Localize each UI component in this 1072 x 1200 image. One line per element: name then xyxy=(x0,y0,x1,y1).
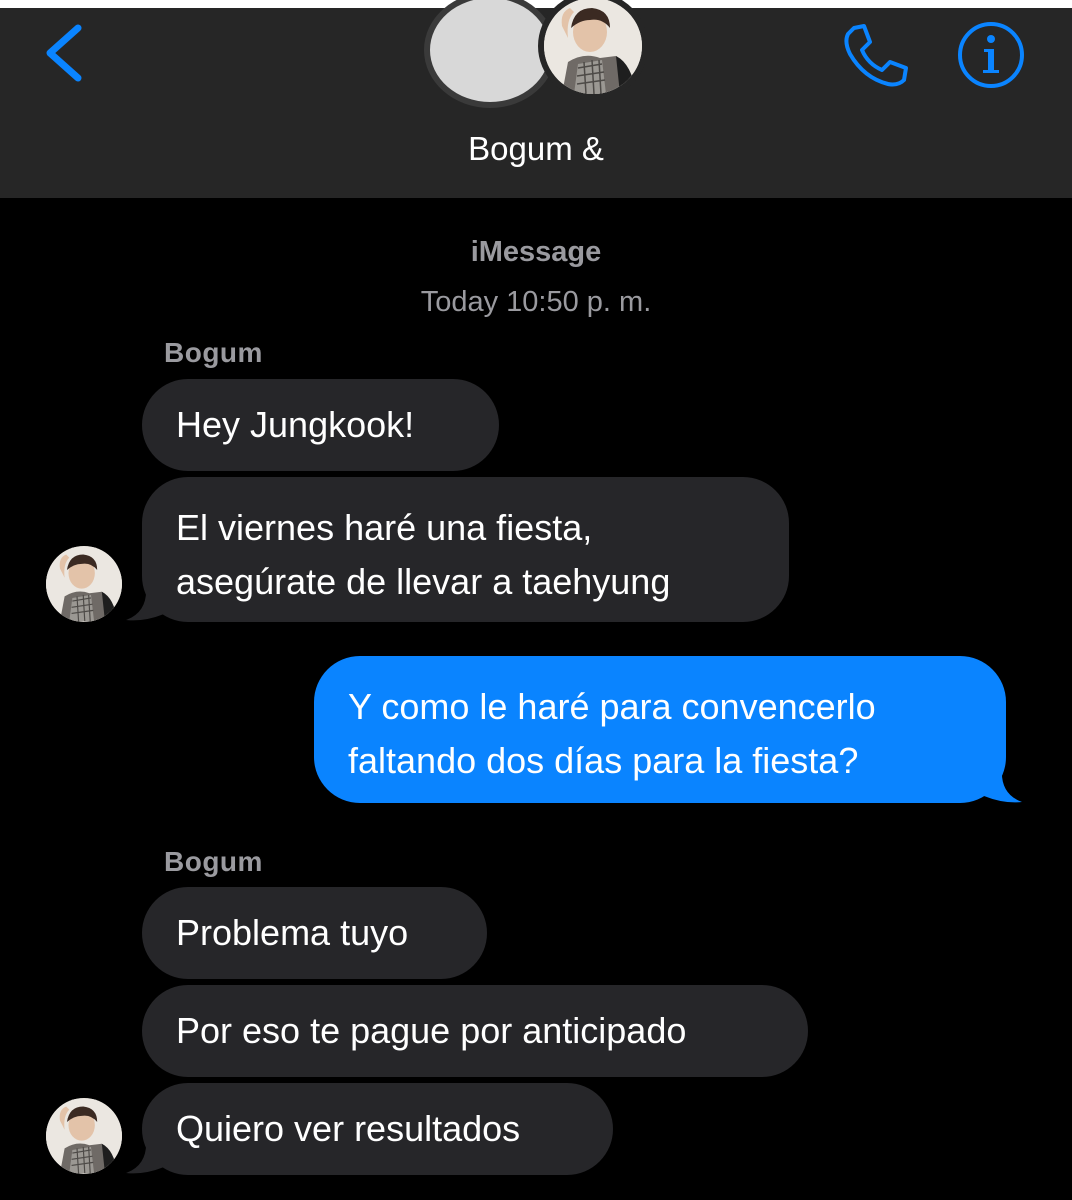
message-text: Por eso te pague por anticipado xyxy=(176,1010,687,1051)
message-text-line: asegúrate de llevar a taehyung xyxy=(176,561,671,602)
contact-avatar-placeholder xyxy=(424,0,556,108)
message-bubble-incoming[interactable]: El viernes haré una fiesta, asegúrate de… xyxy=(142,477,789,622)
bubble-tail xyxy=(126,586,164,621)
message-bubble-incoming[interactable]: Por eso te pague por anticipado xyxy=(142,985,808,1077)
message-bubble-incoming[interactable]: Problema tuyo xyxy=(142,887,487,979)
message-text: Hey Jungkook! xyxy=(176,404,415,445)
bubble-tail xyxy=(126,1139,164,1174)
message-bubble-incoming[interactable]: Hey Jungkook! xyxy=(142,379,499,471)
bubble-tail xyxy=(984,768,1022,803)
contact-avatar-photo xyxy=(538,0,648,100)
back-button[interactable] xyxy=(40,22,90,84)
message-bubble-outgoing[interactable]: Y como le haré para convencerlo faltando… xyxy=(314,656,1006,803)
message-text-line: Y como le haré para convencerlo xyxy=(348,686,876,727)
message-bubble-incoming[interactable]: Quiero ver resultados xyxy=(142,1083,613,1175)
call-button[interactable] xyxy=(836,20,912,92)
conversation-header: Bogum & xyxy=(0,0,1072,198)
conversation-title[interactable]: Bogum & xyxy=(0,130,1072,168)
message-text-line: faltando dos días para la fiesta? xyxy=(348,740,859,781)
sender-name: Bogum xyxy=(164,846,263,877)
info-button[interactable] xyxy=(956,20,1026,90)
sender-avatar[interactable] xyxy=(46,546,122,622)
conversation-timestamp: Today 10:50 p. m. xyxy=(420,286,652,318)
phone-icon xyxy=(844,24,908,87)
service-label: iMessage xyxy=(470,236,602,268)
message-text-line: El viernes haré una fiesta, xyxy=(176,507,593,548)
message-text: Quiero ver resultados xyxy=(176,1108,521,1149)
sender-avatar[interactable] xyxy=(46,1098,122,1174)
info-icon xyxy=(958,22,1024,88)
sender-name: Bogum xyxy=(164,337,263,368)
group-avatar[interactable] xyxy=(420,0,656,112)
message-text: Problema tuyo xyxy=(176,912,409,953)
chevron-left-icon xyxy=(46,24,82,82)
